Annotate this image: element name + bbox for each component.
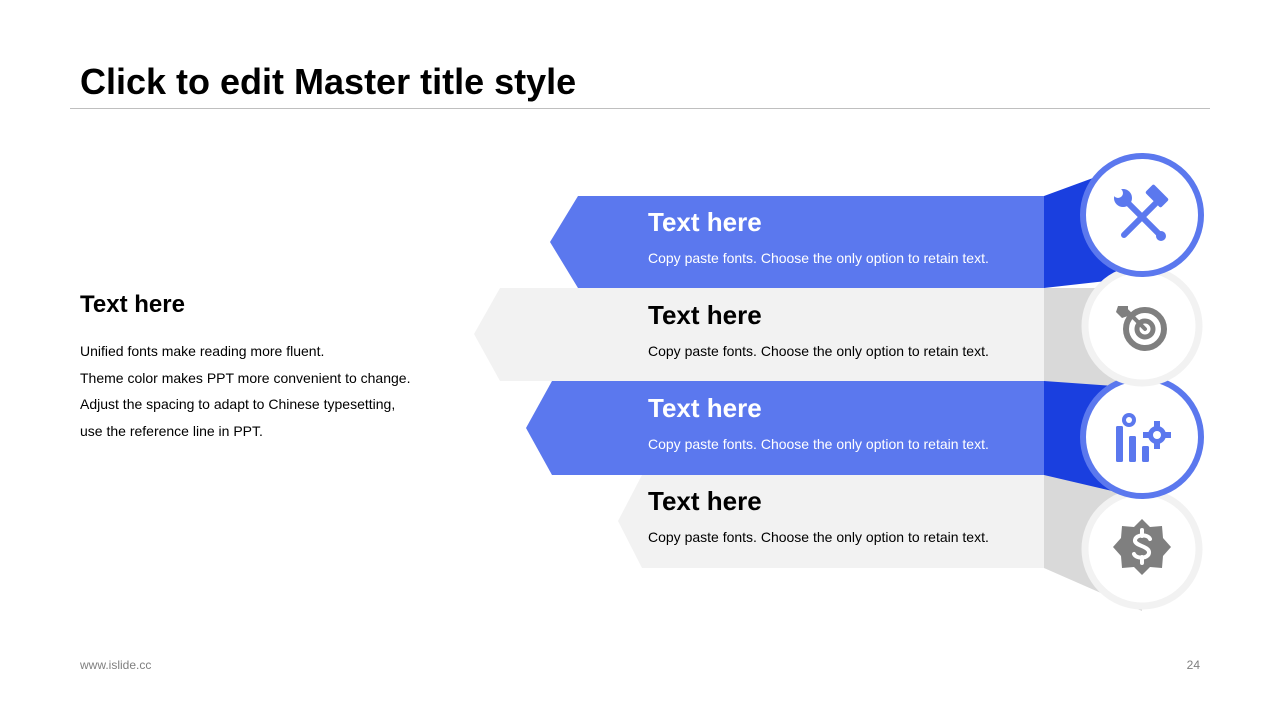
band-2-text: Text here Copy paste fonts. Choose the o… xyxy=(648,299,989,360)
page-number: 24 xyxy=(1186,658,1200,672)
band-3-text: Text here Copy paste fonts. Choose the o… xyxy=(648,392,989,453)
band-1-description: Copy paste fonts. Choose the only option… xyxy=(648,250,989,266)
band-2-description: Copy paste fonts. Choose the only option… xyxy=(648,343,989,359)
band-3-description: Copy paste fonts. Choose the only option… xyxy=(648,436,989,452)
band-4-text: Text here Copy paste fonts. Choose the o… xyxy=(648,485,989,546)
footer-website: www.islide.cc xyxy=(80,658,152,672)
band-1-text: Text here Copy paste fonts. Choose the o… xyxy=(648,206,989,267)
band-1-title: Text here xyxy=(648,207,762,237)
band-2-title: Text here xyxy=(648,300,762,330)
band-4-title: Text here xyxy=(648,486,762,516)
band-4-description: Copy paste fonts. Choose the only option… xyxy=(648,529,989,545)
circle-3 xyxy=(1080,375,1204,499)
arrow-list-graphic xyxy=(474,153,1204,611)
band-3-title: Text here xyxy=(648,393,762,423)
